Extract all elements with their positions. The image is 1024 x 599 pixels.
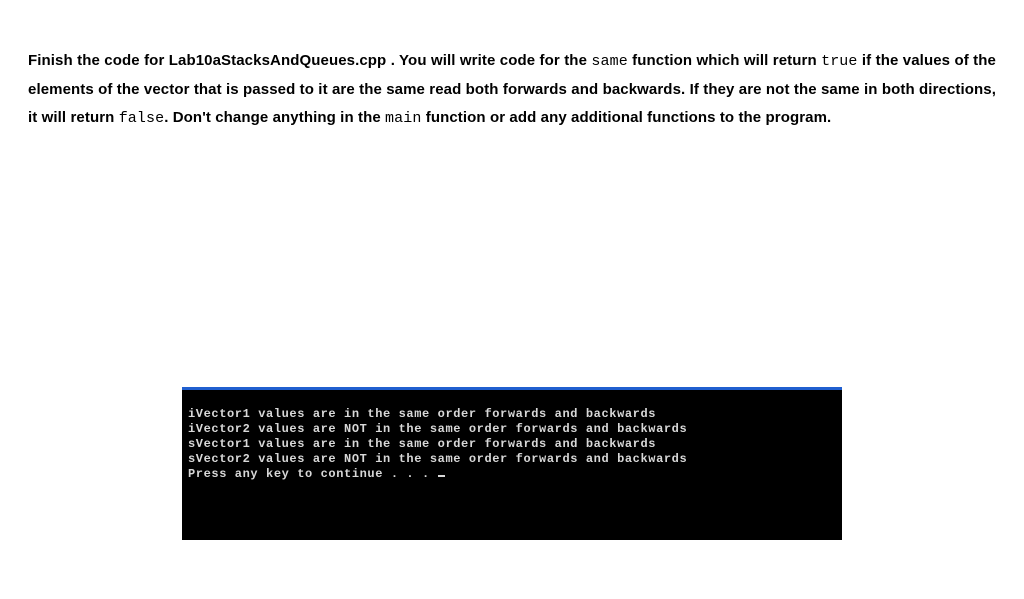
console-output-wrap: iVector1 values are in the same order fo… <box>182 387 842 540</box>
instruction-mono-false: false <box>119 110 165 127</box>
console-output: iVector1 values are in the same order fo… <box>182 387 842 540</box>
instruction-seg1: Finish the code for Lab10aStacksAndQueue… <box>28 52 591 69</box>
instruction-seg7: . Don't change anything in the <box>164 109 385 126</box>
instruction-mono-same: same <box>591 53 627 70</box>
console-line: iVector2 values are NOT in the same orde… <box>188 422 836 437</box>
instruction-mono-main: main <box>385 110 421 127</box>
console-line-prompt: Press any key to continue . . . <box>188 467 836 482</box>
page: Finish the code for Lab10aStacksAndQueue… <box>0 0 1024 540</box>
cursor-icon <box>438 475 445 477</box>
console-line: sVector1 values are in the same order fo… <box>188 437 836 452</box>
instruction-seg9: function or add any additional functions… <box>421 109 831 126</box>
instruction-seg3: function which will return <box>628 52 821 69</box>
instruction-mono-true: true <box>821 53 857 70</box>
console-line: iVector1 values are in the same order fo… <box>188 407 836 422</box>
instruction-paragraph: Finish the code for Lab10aStacksAndQueue… <box>28 47 996 132</box>
console-line: sVector2 values are NOT in the same orde… <box>188 452 836 467</box>
console-press-key: Press any key to continue . . . <box>188 467 438 481</box>
